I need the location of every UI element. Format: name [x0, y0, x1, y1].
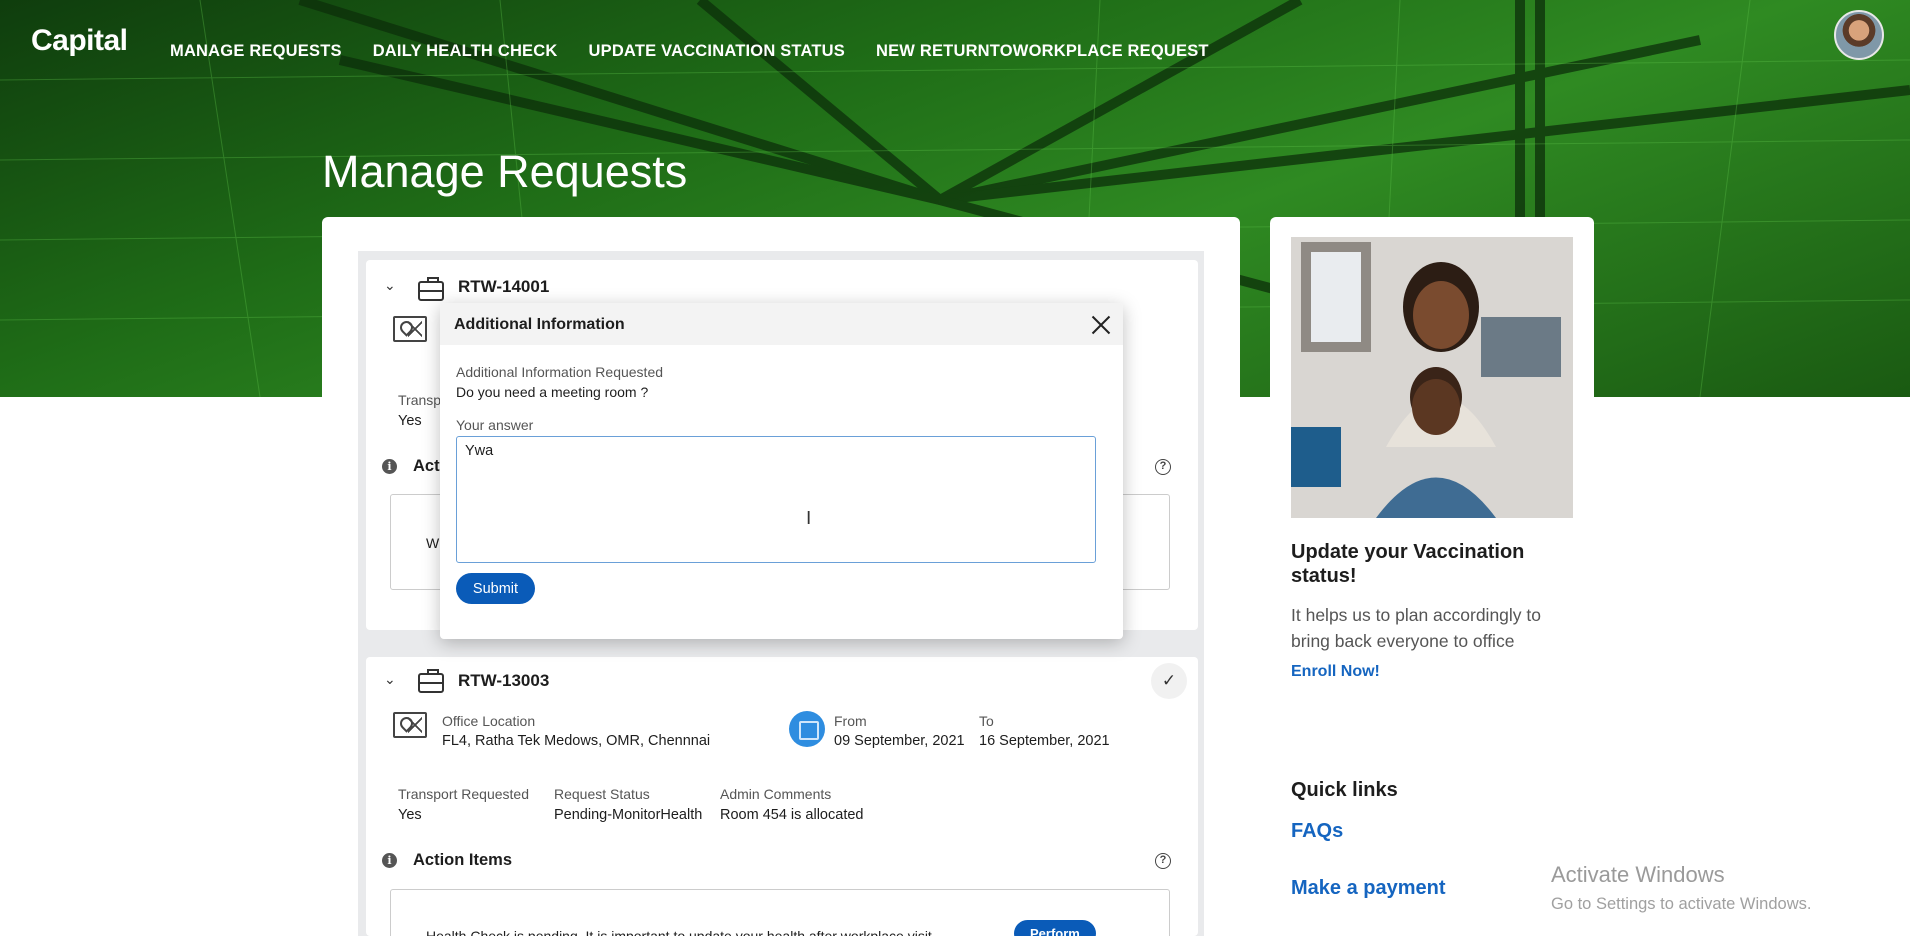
transport-label: Transport Requested	[398, 786, 529, 802]
question-text: Do you need a meeting room ?	[456, 384, 649, 400]
request-id: RTW-13003	[458, 671, 550, 690]
vaccination-title: Update your Vaccination status!	[1291, 541, 1525, 587]
perform-button[interactable]: Perform	[1014, 920, 1096, 936]
info-icon: i	[382, 853, 397, 868]
briefcase-icon	[418, 277, 444, 301]
dialog-header: Additional Information	[440, 303, 1123, 345]
chevron-down-icon[interactable]: ⌄	[384, 277, 396, 294]
action-items-title: Act	[413, 457, 440, 475]
nav-manage-requests[interactable]: MANAGE REQUESTS	[170, 42, 342, 61]
from-date: 09 September, 2021	[834, 733, 965, 749]
top-nav: MANAGE REQUESTS DAILY HEALTH CHECK UPDAT…	[170, 42, 1209, 61]
admin-comments-value: Room 454 is allocated	[720, 807, 864, 823]
nav-update-vaccination-status[interactable]: UPDATE VACCINATION STATUS	[589, 42, 845, 61]
close-icon[interactable]	[1089, 313, 1113, 337]
transport-value: Yes	[398, 413, 422, 429]
make-payment-link[interactable]: Make a payment	[1291, 877, 1446, 900]
user-avatar[interactable]	[1834, 10, 1884, 60]
to-label: To	[979, 713, 994, 729]
action-items-title: Action Items	[413, 851, 513, 869]
request-status-label: Request Status	[554, 786, 650, 802]
from-label: From	[834, 713, 867, 729]
calendar-icon	[789, 711, 825, 747]
office-location-label: Office Location	[442, 713, 536, 729]
text-cursor-icon: I	[806, 508, 812, 529]
admin-comments-label: Admin Comments	[720, 786, 832, 802]
capital-logo[interactable]: Capital	[31, 24, 128, 58]
transport-value: Yes	[398, 807, 422, 823]
answer-textarea[interactable]: Ywa	[456, 436, 1096, 563]
help-icon[interactable]: ?	[1155, 853, 1171, 869]
enroll-now-link[interactable]: Enroll Now!	[1291, 663, 1380, 681]
info-icon: i	[382, 459, 397, 474]
request-status-value: Pending-MonitorHealth	[554, 807, 703, 823]
transport-label: Transp	[398, 392, 442, 408]
photo-illustration	[1291, 237, 1573, 518]
vaccination-text: It helps us to plan accordingly to bring…	[1291, 605, 1542, 651]
faqs-link[interactable]: FAQs	[1291, 820, 1343, 843]
requested-label: Additional Information Requested	[456, 364, 664, 380]
check-icon[interactable]: ✓	[1151, 663, 1187, 699]
briefcase-icon	[418, 669, 444, 693]
dialog-title: Additional Information	[454, 316, 625, 333]
submit-button[interactable]: Submit	[456, 573, 535, 604]
page-title: Manage Requests	[322, 146, 688, 197]
chevron-down-icon[interactable]: ⌄	[384, 671, 396, 688]
health-check-text: Health Check is pending. It is important…	[426, 928, 932, 936]
nav-new-return-to-workplace-request[interactable]: NEW RETURNTOWORKPLACE REQUEST	[876, 42, 1209, 61]
activate-windows-title: Activate Windows	[1551, 862, 1725, 887]
activate-windows-subtitle: Go to Settings to activate Windows.	[1551, 895, 1812, 913]
answer-label: Your answer	[456, 417, 534, 433]
request-id: RTW-14001	[458, 277, 550, 296]
action-item-text: W	[426, 535, 440, 551]
help-icon[interactable]: ?	[1155, 459, 1171, 475]
to-date: 16 September, 2021	[979, 733, 1110, 749]
map-location-icon	[393, 316, 427, 342]
nav-daily-health-check[interactable]: DAILY HEALTH CHECK	[373, 42, 558, 61]
people-photo	[1291, 237, 1573, 518]
office-location-value: FL4, Ratha Tek Medows, OMR, Chennnai	[442, 733, 711, 749]
map-location-icon	[393, 712, 427, 738]
additional-information-dialog: Additional Information Additional Inform…	[440, 303, 1123, 639]
quick-links-title: Quick links	[1291, 779, 1398, 801]
